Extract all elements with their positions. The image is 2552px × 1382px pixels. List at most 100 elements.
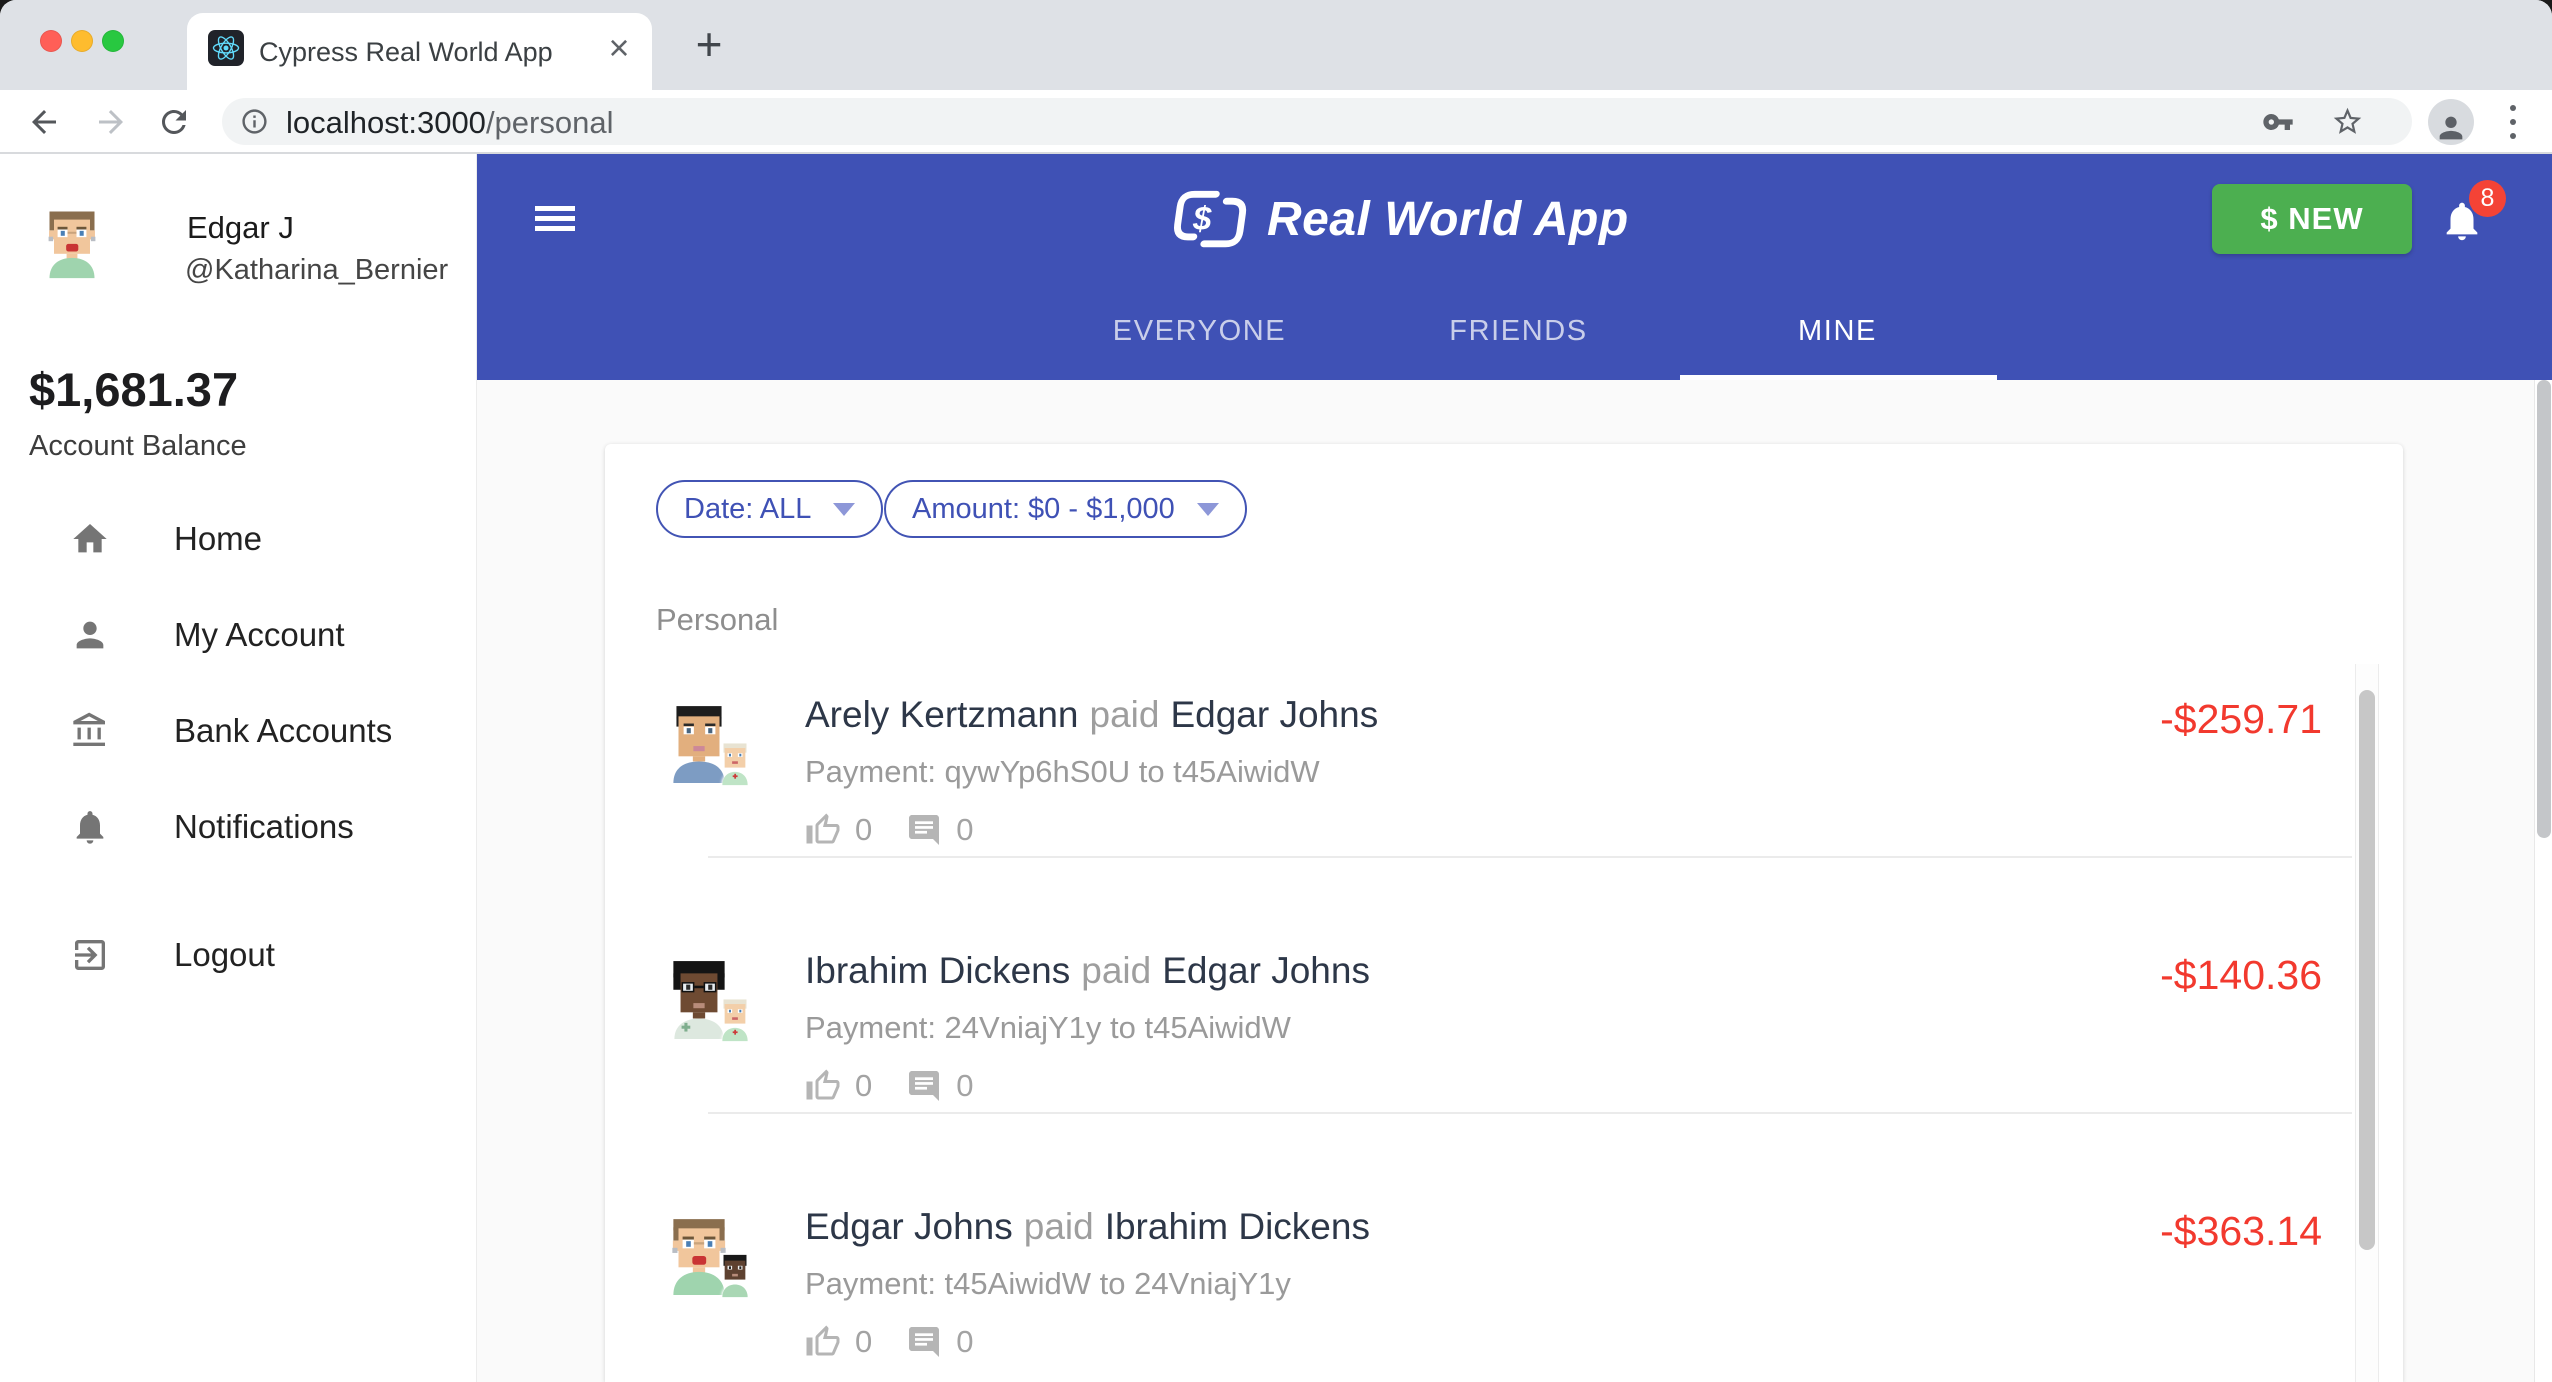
window-minimize-button[interactable]: [71, 30, 93, 52]
amount-filter-chip[interactable]: Amount: $0 - $1,000: [884, 480, 1247, 538]
sidebar-item-home[interactable]: Home: [0, 513, 477, 565]
transaction-description: Payment: 24VniajY1y to t45AiwidW: [805, 1010, 1291, 1045]
comment-icon[interactable]: [906, 812, 942, 848]
tab-close-icon[interactable]: ×: [600, 30, 638, 68]
sidebar-item-my-account[interactable]: My Account: [0, 609, 477, 661]
row-divider: [708, 1112, 2352, 1114]
account-balance-amount: $1,681.37: [29, 363, 239, 416]
transactions-card: Date: ALL Amount: $0 - $1,000 Personal A…: [605, 444, 2403, 1382]
like-icon[interactable]: [805, 1324, 841, 1360]
tab-everyone[interactable]: EVERYONE: [1040, 300, 1359, 375]
transaction-social: 0 0: [805, 1066, 1008, 1106]
transaction-social: 0 0: [805, 1322, 1008, 1362]
account-balance-label: Account Balance: [29, 430, 247, 462]
transaction-title: Arely Kertzmann paid Edgar Johns: [805, 694, 1378, 736]
like-count: 0: [855, 1324, 873, 1359]
main-content: Date: ALL Amount: $0 - $1,000 Personal A…: [477, 380, 2552, 1382]
svg-text:$: $: [1192, 200, 1212, 237]
home-icon: [70, 519, 110, 559]
receiver-avatar: [712, 740, 758, 786]
url-host: localhost:3000: [286, 105, 486, 140]
chevron-down-icon: [1196, 502, 1219, 516]
date-filter-chip[interactable]: Date: ALL: [656, 480, 884, 538]
url-path: /personal: [485, 105, 614, 140]
browser-window: Cypress Real World App × + localhost:300…: [0, 0, 2552, 1382]
password-key-icon[interactable]: [2262, 106, 2294, 138]
browser-toolbar: localhost:3000/personal: [0, 90, 2552, 154]
new-tab-button[interactable]: +: [688, 21, 730, 67]
sender-name[interactable]: Arely Kertzmann: [805, 694, 1079, 735]
browser-tab-bar: Cypress Real World App × +: [0, 0, 2552, 90]
page-scrollbar-thumb[interactable]: [2537, 380, 2551, 838]
receiver-avatar: [712, 996, 758, 1042]
app-header: $ Real World App EVERYONE FRIENDS MINE $…: [477, 154, 2552, 380]
like-icon[interactable]: [805, 812, 841, 848]
tab-friends[interactable]: FRIENDS: [1359, 300, 1678, 375]
list-section-label: Personal: [656, 602, 779, 637]
sidebar-item-label: Bank Accounts: [174, 712, 393, 749]
sidebar-item-notifications[interactable]: Notifications: [0, 801, 477, 853]
action-word: paid: [1023, 1206, 1094, 1247]
browser-tab[interactable]: Cypress Real World App ×: [187, 13, 652, 90]
browser-profile-avatar[interactable]: [2428, 99, 2474, 145]
tab-mine[interactable]: MINE: [1678, 300, 1997, 375]
user-avatar: [36, 207, 108, 279]
reload-icon[interactable]: [156, 104, 192, 140]
browser-menu-icon[interactable]: [2500, 100, 2526, 144]
bell-icon: [70, 807, 110, 847]
person-icon: [70, 615, 110, 655]
list-scrollbar[interactable]: [2355, 664, 2379, 1382]
transaction-row[interactable]: Ibrahim Dickens paid Edgar Johns Payment: …: [656, 920, 2352, 1176]
sender-name[interactable]: Ibrahim Dickens: [805, 950, 1070, 991]
url-text: localhost:3000/personal: [286, 105, 613, 141]
like-icon[interactable]: [805, 1068, 841, 1104]
page-scrollbar[interactable]: [2534, 380, 2552, 1382]
receiver-name[interactable]: Edgar Johns: [1170, 694, 1378, 735]
notification-count-badge[interactable]: 8: [2469, 180, 2506, 217]
react-favicon-icon: [208, 30, 244, 66]
transaction-amount: -$363.14: [2160, 1208, 2322, 1254]
transaction-amount: -$259.71: [2160, 696, 2322, 742]
window-zoom-button[interactable]: [102, 30, 124, 52]
action-word: paid: [1081, 950, 1152, 991]
like-count: 0: [855, 812, 873, 847]
forward-icon[interactable]: [93, 104, 129, 140]
bookmark-star-icon[interactable]: [2331, 105, 2364, 138]
app-title: Real World App: [1267, 192, 1629, 246]
back-icon[interactable]: [26, 104, 62, 140]
hamburger-menu-icon[interactable]: [535, 206, 575, 234]
sidebar-item-label: Notifications: [174, 808, 354, 845]
site-info-icon[interactable]: [240, 107, 269, 136]
action-word: paid: [1089, 694, 1160, 735]
app-logo-icon: $: [1173, 190, 1247, 248]
transaction-social: 0 0: [805, 810, 1008, 850]
transaction-description: Payment: qywYp6hS0U to t45AiwidW: [805, 754, 1320, 789]
bank-icon: [70, 711, 110, 751]
receiver-name[interactable]: Edgar Johns: [1162, 950, 1370, 991]
window-close-button[interactable]: [40, 30, 62, 52]
receiver-avatar: [712, 1252, 758, 1298]
transaction-title: Edgar Johns paid Ibrahim Dickens: [805, 1206, 1370, 1248]
sidebar-item-bank-accounts[interactable]: Bank Accounts: [0, 705, 477, 757]
transaction-amount: -$140.36: [2160, 952, 2322, 998]
sender-name[interactable]: Edgar Johns: [805, 1206, 1013, 1247]
new-transaction-button[interactable]: $ NEW: [2212, 184, 2412, 254]
sidebar-item-label: My Account: [174, 616, 345, 653]
transaction-title: Ibrahim Dickens paid Edgar Johns: [805, 950, 1370, 992]
transaction-row[interactable]: Edgar Johns paid Ibrahim Dickens Payment: …: [656, 1176, 2322, 1382]
chevron-down-icon: [833, 502, 856, 516]
row-divider: [708, 856, 2352, 858]
address-bar[interactable]: localhost:3000/personal: [222, 98, 2412, 145]
list-scrollbar-thumb[interactable]: [2359, 690, 2375, 1250]
comment-icon[interactable]: [906, 1324, 942, 1360]
amount-filter-label: Amount: $0 - $1,000: [912, 492, 1175, 525]
receiver-name[interactable]: Ibrahim Dickens: [1105, 1206, 1370, 1247]
transaction-description: Payment: t45AiwidW to 24VniajY1y: [805, 1266, 1291, 1301]
comment-icon[interactable]: [906, 1068, 942, 1104]
sidebar-item-logout[interactable]: Logout: [0, 929, 477, 981]
comment-count: 0: [956, 812, 974, 847]
comment-count: 0: [956, 1324, 974, 1359]
transaction-row[interactable]: Arely Kertzmann paid Edgar Johns Payment: …: [656, 664, 2352, 920]
user-fullname: Edgar J: [187, 210, 294, 245]
comment-count: 0: [956, 1068, 974, 1103]
